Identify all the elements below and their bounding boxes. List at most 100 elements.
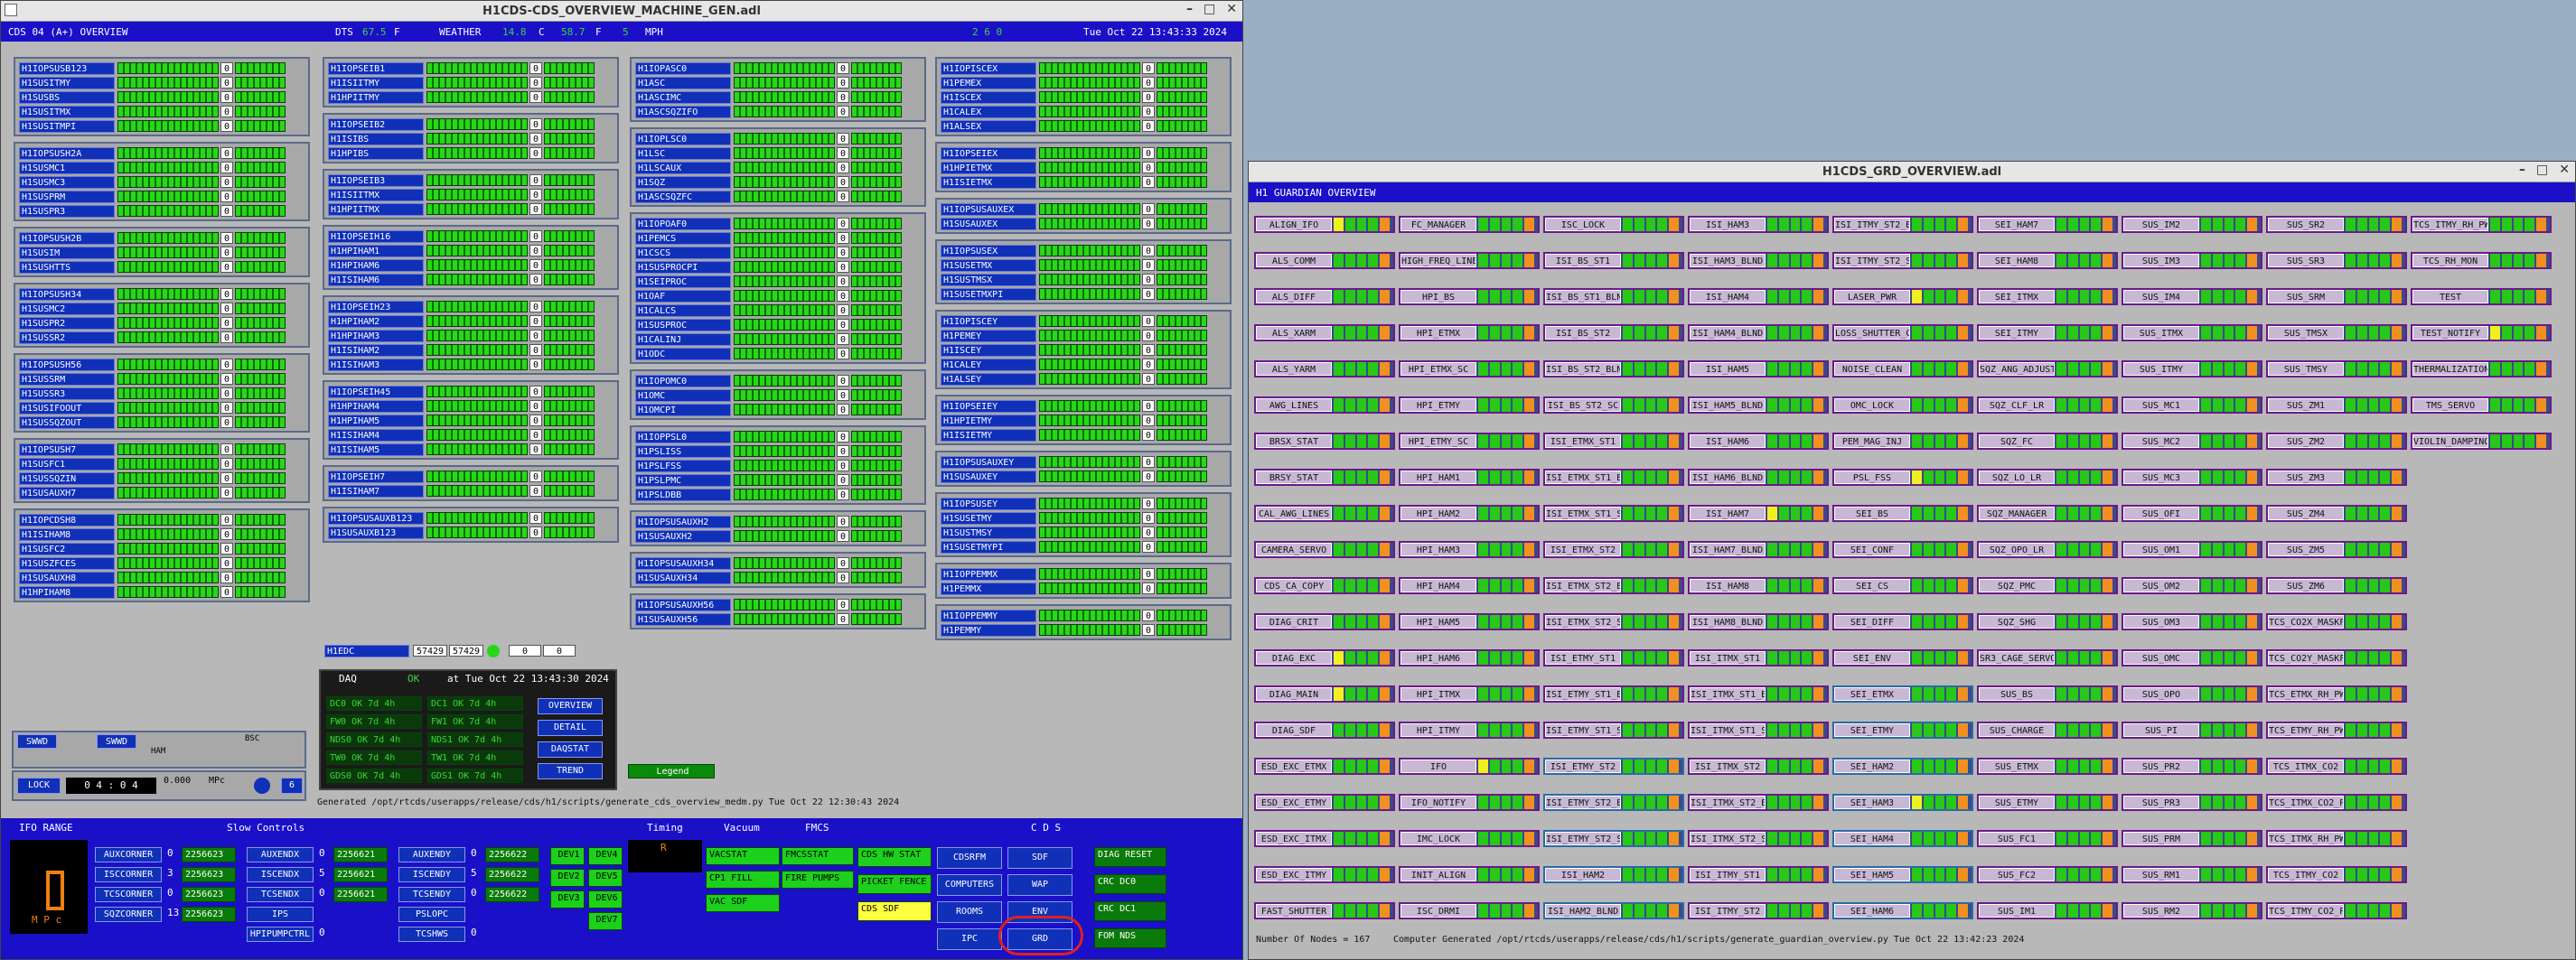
guardian-node-button[interactable]: ESD_EXC_ETMY [1256,796,1332,809]
model-label[interactable]: H1ISIHAM2 [328,343,424,357]
model-label[interactable]: H1HPIHAM3 [328,329,424,342]
lock-button[interactable]: LOCK [17,778,61,794]
model-label[interactable]: H1SUSAUXB123 [328,526,424,539]
model-label[interactable]: H1SUSZFCES [19,556,115,570]
guardian-node-button[interactable]: PSL_FSS [1834,471,1910,484]
guardian-node-button[interactable]: ISI_ETMX_ST2_SC [1545,615,1621,629]
model-label[interactable]: H1SUSTMSX [941,273,1036,286]
guardian-node-button[interactable]: ISI_HAM4_BLND [1690,326,1766,340]
model-label[interactable]: H1IOPSEIB2 [328,117,424,131]
guardian-node-button[interactable]: ISI_ETMX_ST2 [1545,543,1621,556]
model-label[interactable]: H1SUSSQZOUT [19,415,115,429]
guardian-node-button[interactable]: SUS_ETMY [1979,796,2055,809]
guardian-node-button[interactable]: ISI_HAM8_BLND [1690,615,1766,629]
guardian-node-button[interactable]: HPI_HAM2 [1400,507,1476,520]
guardian-node-button[interactable]: SUS_PR2 [2123,760,2199,773]
model-label[interactable]: H1IOPASC0 [635,61,731,75]
guardian-node-button[interactable]: SUS_SRM [2268,290,2344,303]
guardian-node-button[interactable]: ISI_ITMX_ST1_SC [1690,723,1766,737]
model-label[interactable]: H1HPIITMX [328,202,424,216]
model-label[interactable]: H1IOPSUSAUXH56 [635,598,731,611]
model-label[interactable]: H1OMC [635,388,731,402]
slow-control-button[interactable]: TCSCORNER [95,887,162,902]
model-label[interactable]: H1SUSPR2 [19,316,115,330]
model-label[interactable]: H1ISIHAM4 [328,428,424,442]
model-label[interactable]: H1SUSMC2 [19,302,115,315]
guardian-node-button[interactable]: TCS_CO2Y_MASKFLIP [2268,651,2344,665]
hsedc-label[interactable]: H1EDC [324,644,409,657]
guardian-node-button[interactable]: SEI_ITMX [1979,290,2055,303]
guardian-node-button[interactable]: SEI_HAM4 [1834,832,1910,845]
guardian-node-button[interactable]: ISI_HAM2 [1545,868,1621,881]
slow-control-button[interactable]: AUXENDY [398,847,465,862]
guardian-node-button[interactable]: SUS_IM2 [2123,218,2199,231]
guardian-node-button[interactable]: OMC_LOCK [1834,398,1910,412]
slow-control-button[interactable]: AUXCORNER [95,847,162,862]
guardian-node-button[interactable]: ISI_HAM7_BLND [1690,543,1766,556]
model-label[interactable]: H1SUSAUXH7 [19,486,115,499]
guardian-node-button[interactable]: SEI_DIFF [1834,615,1910,629]
dev-button[interactable]: DEV4 [588,847,623,865]
guardian-node-button[interactable]: HIGH_FREQ_LINES [1400,254,1476,267]
model-label[interactable]: H1ISIHAM3 [328,358,424,371]
guardian-node-button[interactable]: SUS_SR2 [2268,218,2344,231]
guardian-node-button[interactable]: FC_MANAGER [1400,218,1476,231]
model-label[interactable]: H1SUSPR3 [19,204,115,218]
model-label[interactable]: H1IOPOMC0 [635,374,731,387]
guardian-node-button[interactable]: SEI_ETMY [1834,723,1910,737]
model-label[interactable]: H1ODC [635,347,731,360]
guardian-node-button[interactable]: ISI_ETMY_ST2_BLND [1545,796,1621,809]
guardian-node-button[interactable]: IFO [1400,760,1476,773]
model-label[interactable]: H1IOPSEIH45 [328,385,424,398]
guardian-node-button[interactable]: ALS_DIFF [1256,290,1332,303]
guardian-node-button[interactable]: ESD_EXC_ETMX [1256,760,1332,773]
guardian-node-button[interactable]: ISI_ITMY_ST2_BLND [1834,218,1910,231]
guardian-node-button[interactable]: SUS_ITMX [2123,326,2199,340]
model-label[interactable]: H1ISCEX [941,90,1036,104]
guardian-node-button[interactable]: TCS_CO2X_MASKFLIP [2268,615,2344,629]
guardian-node-button[interactable]: SQZ_PMC [1979,579,2055,592]
model-label[interactable]: H1SUSBS [19,90,115,104]
guardian-node-button[interactable]: SUS_OM3 [2123,615,2199,629]
guardian-node-button[interactable]: ALS_COMM [1256,254,1332,267]
model-label[interactable]: H1IOPSUSEX [941,244,1036,257]
guardian-node-button[interactable]: SEI_ITMY [1979,326,2055,340]
trend-button[interactable]: TREND [538,763,603,779]
model-label[interactable]: H1IOPOAF0 [635,217,731,230]
model-label[interactable]: H1SUSITMY [19,76,115,89]
legend-button[interactable]: Legend [628,764,715,778]
slow-control-button[interactable]: TCSENDY [398,887,465,902]
vacuum-item[interactable]: VAC SDF [706,894,780,912]
model-label[interactable]: H1IOPSUSH34 [19,287,115,301]
model-label[interactable]: H1SUSFC2 [19,542,115,555]
guardian-node-button[interactable]: SUS_PRM [2123,832,2199,845]
minimize-icon[interactable]: – [1186,2,1193,16]
model-label[interactable]: H1HPIETMX [941,161,1036,174]
guardian-node-button[interactable]: FAST_SHUTTER [1256,904,1332,918]
maximize-icon[interactable]: □ [1204,2,1215,16]
swwd-button-2[interactable]: SWWD [97,734,136,749]
fmcs-item[interactable]: FMCSSTAT [782,847,854,865]
vacuum-item[interactable]: CP1 FILL [706,871,780,889]
guardian-node-button[interactable]: SUS_ZM4 [2268,507,2344,520]
guardian-node-button[interactable]: SQZ_MANAGER [1979,507,2055,520]
guardian-node-button[interactable]: ISI_ETMY_ST2_SC [1545,832,1621,845]
guardian-node-button[interactable]: SUS_OM2 [2123,579,2199,592]
guardian-node-button[interactable]: ISI_HAM7 [1690,507,1766,520]
guardian-node-button[interactable]: SEI_HAM7 [1979,218,2055,231]
guardian-node-button[interactable]: SQZ_OPO_LR [1979,543,2055,556]
guardian-node-button[interactable]: TCS_ITMX_CO2_PWR [2268,796,2344,809]
cds-right-item[interactable]: FOM NDS [1094,928,1166,948]
model-label[interactable]: H1HPIHAM2 [328,314,424,328]
model-label[interactable]: H1IOPPEMMX [941,567,1036,581]
guardian-node-button[interactable]: AWG_LINES [1256,398,1332,412]
cds-status-item[interactable]: PICKET FENCE [857,874,932,894]
model-label[interactable]: H1PEMMX [941,582,1036,595]
guardian-node-button[interactable]: SUS_PI [2123,723,2199,737]
model-label[interactable]: H1SUSITMPI [19,119,115,133]
cds-right-item[interactable]: CRC DC1 [1094,901,1166,921]
dev-button[interactable]: DEV6 [588,890,623,909]
guardian-node-button[interactable]: TEST [2412,290,2488,303]
slow-control-button[interactable]: ISCENDY [398,867,465,882]
guardian-node-button[interactable]: SUS_OFI [2123,507,2199,520]
